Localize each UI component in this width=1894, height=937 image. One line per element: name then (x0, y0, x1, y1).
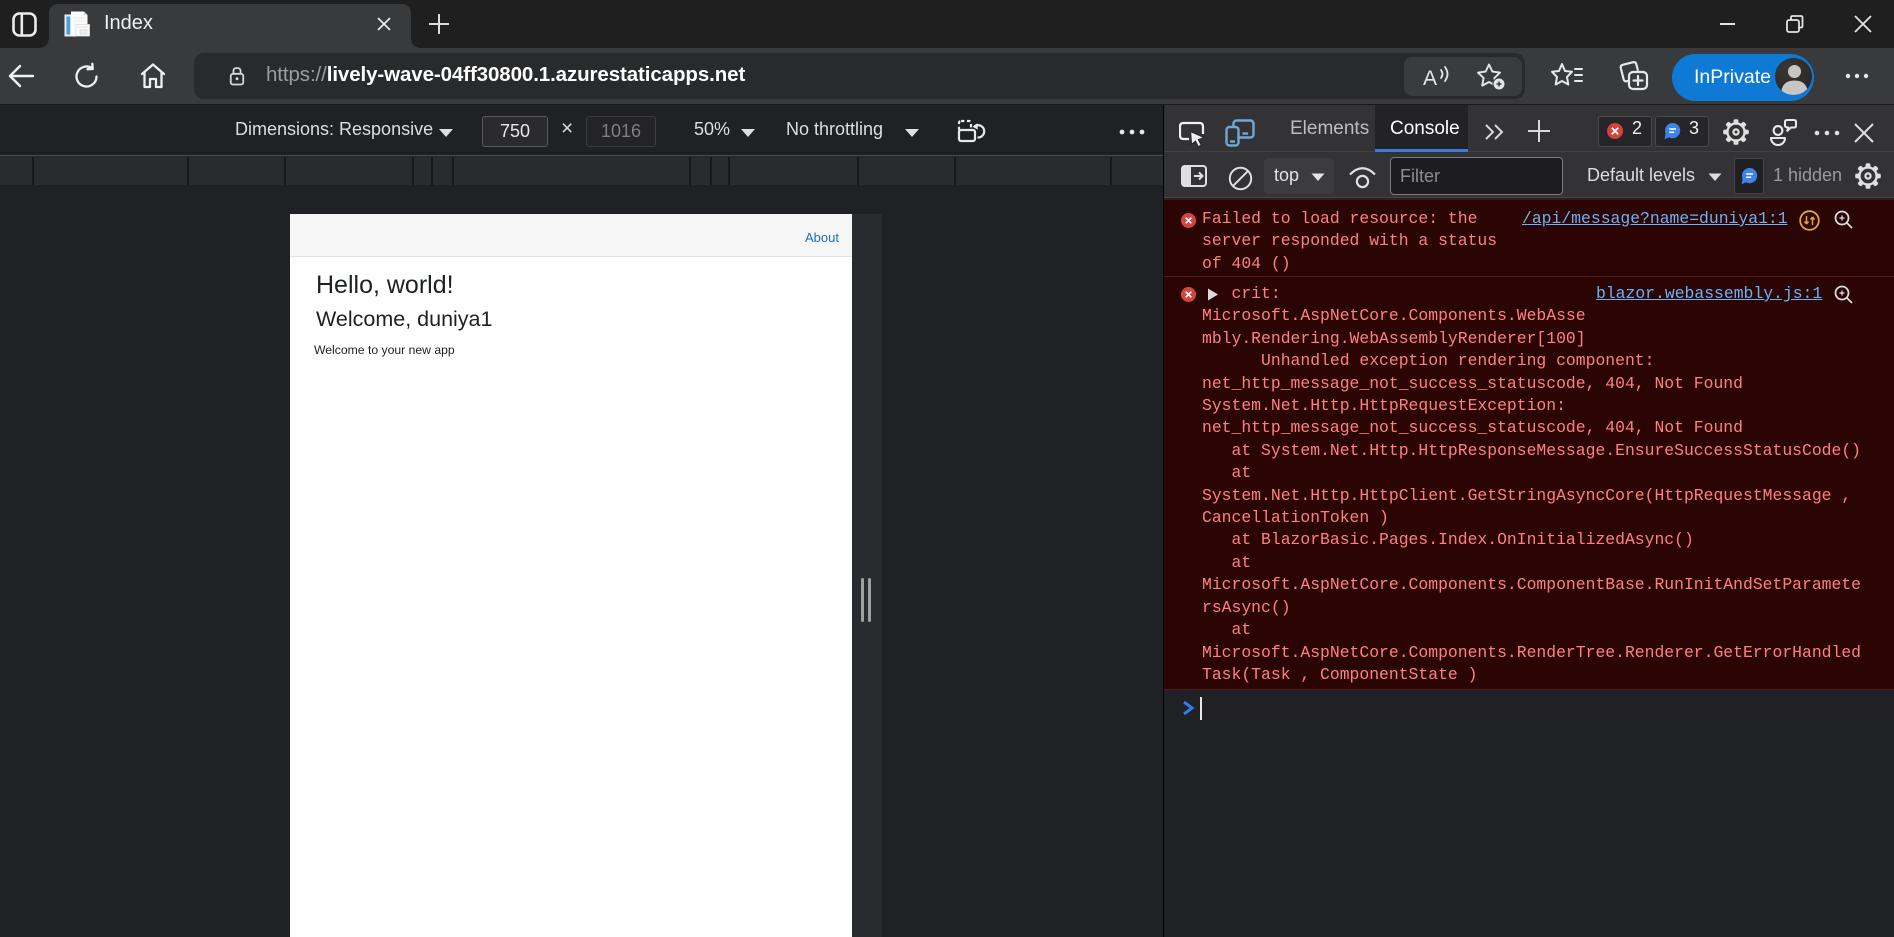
svg-text:A: A (1423, 67, 1437, 90)
